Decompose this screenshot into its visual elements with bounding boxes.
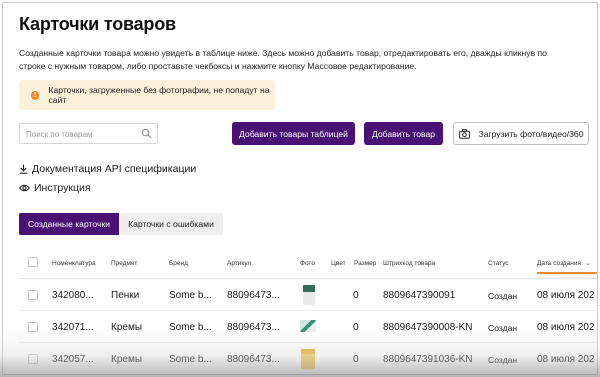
select-all-checkbox[interactable] — [28, 257, 38, 267]
cell-date: 08 июля 202 — [537, 322, 595, 333]
upload-media-label: Загрузить фото/видео/360 — [478, 128, 584, 139]
table-row[interactable]: 342057... Кремы Some b... 88096473... 0 … — [19, 343, 597, 374]
column-header-subject[interactable]: Предмет — [111, 260, 137, 267]
upload-media-button[interactable]: Загрузить фото/видео/360 — [453, 122, 589, 145]
search-input[interactable] — [20, 125, 140, 144]
cell-size: 0 — [353, 354, 359, 365]
cell-nomenclature: 342057... — [52, 354, 94, 365]
row-checkbox[interactable] — [28, 290, 38, 300]
tab-error-cards[interactable]: Карточки с ошибками — [119, 213, 223, 235]
cell-size: 0 — [353, 322, 359, 333]
sort-arrow-icon[interactable]: ⌄ — [585, 259, 591, 267]
cell-date: 08 июля 202 — [537, 354, 595, 365]
cell-barcode: 8809647390008-KN — [383, 322, 473, 333]
cell-subject: Кремы — [111, 322, 143, 333]
page-title: Карточки товаров — [19, 14, 176, 34]
column-header-brand[interactable]: Бренд — [169, 260, 188, 267]
cell-nomenclature: 342080... — [52, 290, 94, 301]
row-checkbox[interactable] — [28, 322, 38, 332]
product-photo[interactable] — [303, 285, 315, 305]
cell-brand: Some b... — [169, 354, 212, 365]
cell-barcode: 8809647391036-KN — [383, 354, 473, 365]
page-description: Созданные карточки товара можно увидеть … — [19, 48, 547, 71]
add-product-button[interactable]: Добавить товар — [364, 122, 443, 145]
cell-date: 08 июля 202 — [537, 290, 595, 301]
cards-tabs: Созданные карточки Карточки с ошибками — [19, 213, 223, 235]
warning-alert: ! Карточки, загруженные без фотографии, … — [19, 80, 275, 110]
eye-icon — [19, 184, 30, 192]
cell-article: 88096473... — [227, 322, 280, 333]
warning-icon: ! — [31, 90, 40, 100]
table-row[interactable]: 342071... Кремы Some b... 88096473... 0 … — [19, 311, 597, 343]
instructions-link[interactable]: Инструкция — [19, 182, 91, 194]
cell-subject: Кремы — [111, 354, 143, 365]
cell-brand: Some b... — [169, 290, 212, 301]
camera-icon — [458, 128, 470, 139]
cell-status: Создан — [488, 291, 518, 301]
column-header-photo[interactable]: Фото — [300, 260, 315, 267]
column-header-status[interactable]: Статус — [488, 260, 509, 267]
column-header-nomenclature[interactable]: Номенклатура — [52, 260, 96, 267]
cell-size: 0 — [353, 290, 359, 301]
row-checkbox[interactable] — [28, 354, 38, 364]
cell-barcode: 8809647390091 — [383, 290, 456, 301]
column-header-barcode[interactable]: Штрихкод товара — [383, 260, 435, 267]
table-header: Номенклатура Предмет Бренд Артикул Фото … — [19, 249, 597, 279]
products-table: Номенклатура Предмет Бренд Артикул Фото … — [19, 249, 597, 374]
cell-article: 88096473... — [227, 354, 280, 365]
column-header-size[interactable]: Размер — [354, 260, 376, 267]
cell-brand: Some b... — [169, 322, 212, 333]
alert-text: Карточки, загруженные без фотографии, не… — [48, 85, 270, 105]
cell-status: Создан — [488, 355, 518, 365]
column-header-article[interactable]: Артикул — [227, 260, 251, 267]
tab-created-cards[interactable]: Созданные карточки — [19, 213, 119, 235]
cell-nomenclature: 342071... — [52, 322, 94, 333]
download-icon — [19, 164, 28, 174]
add-products-table-button[interactable]: Добавить товары таблицей — [232, 122, 355, 145]
search-box[interactable] — [19, 123, 158, 144]
cell-status: Создан — [488, 323, 518, 333]
cell-subject: Пенки — [111, 290, 140, 301]
product-photo[interactable] — [301, 349, 315, 369]
table-row[interactable]: 342080... Пенки Some b... 88096473... 0 … — [19, 279, 597, 311]
search-icon[interactable] — [141, 128, 152, 139]
cell-article: 88096473... — [227, 290, 280, 301]
instructions-label: Инструкция — [34, 182, 91, 194]
api-docs-link[interactable]: Документация API спецификации — [19, 163, 196, 175]
app-window: Карточки товаров Созданные карточки това… — [2, 2, 598, 375]
api-docs-label: Документация API спецификации — [32, 163, 197, 175]
column-header-color[interactable]: Цвет — [331, 260, 346, 267]
product-photo[interactable] — [300, 320, 316, 332]
